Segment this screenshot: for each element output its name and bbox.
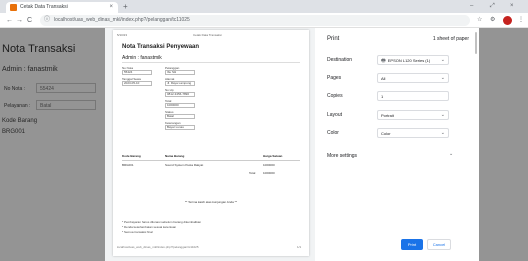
pages-caret-icon: ⌄ [440,75,445,81]
copies-value: 1 [381,94,384,99]
address-bar: ← → C ⓘ localhost/uas_web_dinas_mkl/inde… [0,13,528,28]
preview-note-2: * Denda keterlambatan sesuai ketentuan [122,225,177,229]
tab-title: Cetak Data Transaksi [20,4,68,10]
preview-footer-page: 1/1 [297,245,302,249]
preview-status-value: Batal [165,114,195,119]
new-tab-button[interactable]: + [123,2,128,11]
preview-alamat-value: Jl. Raya Lampung [165,81,195,86]
back-button[interactable]: ← [6,16,13,25]
window-close-button[interactable]: × [510,2,514,10]
forward-button[interactable]: → [16,16,23,25]
preview-hp-value: 0812-3456-7890 [165,92,195,97]
minimize-button[interactable]: – [470,2,473,10]
preview-td-harga: 1000000 [263,163,275,167]
destination-caret-icon: ⌄ [440,57,445,63]
cancel-button[interactable]: Cancel [427,239,451,250]
color-value: Color [381,131,391,136]
pages-select[interactable]: All ⌄ [377,73,449,83]
print-button[interactable]: Print [401,239,423,250]
preview-note-3: * Semua transaksi final [122,230,153,234]
profile-avatar[interactable] [503,16,512,25]
print-title: Print [327,36,340,42]
layout-caret-icon: ⌄ [440,112,445,118]
info-icon[interactable]: ⓘ [44,16,50,25]
preview-table-divider [122,160,300,161]
copies-label: Copies [327,93,343,99]
preview-divider [122,62,300,63]
color-label: Color [327,130,339,136]
copies-input[interactable]: 1 [377,91,449,101]
layout-label: Layout [327,112,343,118]
preview-td-nama: Sound System Pesta Rakyat [165,163,204,167]
extensions-icon[interactable]: ⚙ [490,16,495,25]
layout-value: Portrait [381,113,394,118]
preview-footer-url: localhost/uas_web_dinas_mkl/index.php?/p… [117,245,199,249]
maximize-button[interactable]: ⤢ [490,2,495,10]
preview-ket-value: Bayar Lunas [165,125,195,130]
print-settings-panel: Print 1 sheet of paper Destination 🖶 EPSO… [315,28,479,261]
url-field[interactable]: ⓘ localhost/uas_web_dinas_mkl/index.php?… [40,15,470,26]
preview-th-kode: Kode Barang [122,154,141,158]
tab-bar: Cetak Data Transaksi × + – ⤢ × [0,0,528,13]
settings-scrollbar[interactable] [475,32,477,54]
bookmark-star-icon[interactable]: ☆ [477,16,482,25]
destination-label: Destination [327,57,353,63]
print-preview-area: 5/10/23 Cetak Data Transaksi Nota Transa… [105,28,315,261]
layout-select[interactable]: Portrait ⌄ [377,110,449,120]
color-caret-icon: ⌄ [440,130,445,136]
preview-title: Nota Transaksi Penyewaan [122,44,200,50]
pages-value: All [381,76,386,81]
preview-th-nama: Nama Barang [165,154,185,158]
url-text: localhost/uas_web_dinas_mkl/index.php?/p… [54,17,190,23]
preview-sum-value: 1000000 [263,171,275,175]
preview-th-harga: Harga Satuan [263,154,283,158]
pages-label: Pages [327,75,342,81]
preview-thanks: ** Terima kasih atas kunjungan Anda ** [185,200,237,204]
reload-button[interactable]: C [27,16,32,25]
preview-tgl-value: 2023-05-10 [122,81,152,86]
preview-sum-label: Total [249,171,256,175]
browser-menu-icon[interactable]: ⋮ [518,16,524,25]
tab-favicon-icon [10,4,17,11]
printer-icon: 🖶 [381,58,386,64]
destination-select[interactable]: 🖶 EPSON L120 Series (1) ⌄ [377,55,449,65]
more-settings-caret-icon[interactable]: ⌄ [449,151,453,157]
preview-total-value: 1000000 [165,103,195,108]
preview-no-nota-value: 55424 [122,70,152,75]
preview-page: 5/10/23 Cetak Data Transaksi Nota Transa… [113,30,309,256]
preview-admin: Admin : fanastmik [122,55,162,61]
preview-header-title: Cetak Data Transaksi [193,33,222,37]
destination-value: EPSON L120 Series (1) [387,58,431,63]
preview-header-date: 5/10/23 [117,33,128,37]
more-settings-toggle[interactable]: More settings [327,153,357,159]
screen: Cetak Data Transaksi × + – ⤢ × ← → C ⓘ l… [0,0,528,261]
color-select[interactable]: Color ⌄ [377,128,449,138]
print-dialog: 5/10/23 Cetak Data Transaksi Nota Transa… [105,28,479,261]
tab-close-icon[interactable]: × [109,3,113,11]
preview-note-1: * Pembayaran harus dilunasi sebelum bara… [122,220,202,224]
browser-tab[interactable]: Cetak Data Transaksi × [6,2,118,13]
preview-pelanggan-value: Ibu Siti [165,70,195,75]
preview-td-kode: BRG001 [122,163,134,167]
sheet-count: 1 sheet of paper [432,36,469,42]
